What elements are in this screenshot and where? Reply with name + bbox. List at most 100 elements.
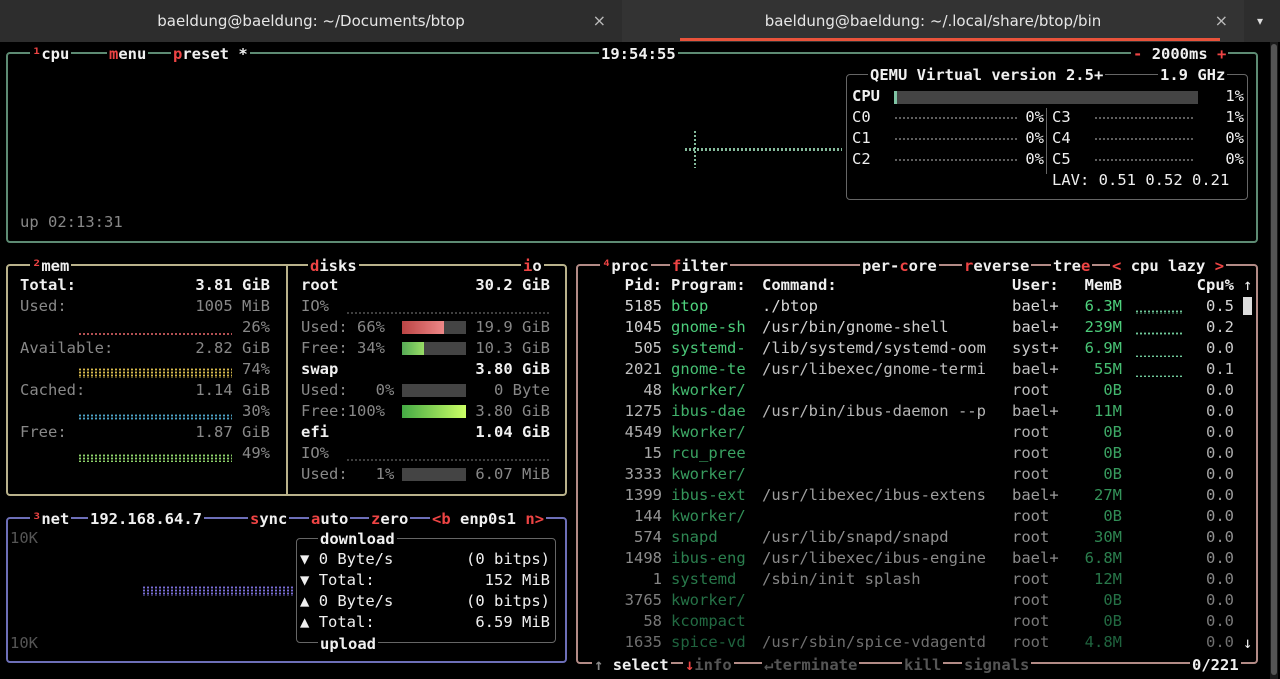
- core-pct: 0%: [1225, 150, 1244, 168]
- table-row[interactable]: 1045 gnome-sh/usr/bin/gnome-shell bael+ 239…: [580, 317, 1260, 338]
- process-user: root: [1012, 612, 1050, 630]
- download-title: download: [318, 529, 397, 549]
- mem-total: 3.81 GiB: [195, 276, 270, 294]
- disk-size: 1.04 GiB: [475, 423, 550, 441]
- process-command: /lib/systemd/systemd-oom: [762, 339, 986, 357]
- signals-button[interactable]: signals: [962, 655, 1032, 675]
- table-row[interactable]: 3333 kworker/root 0B 0.0: [580, 464, 1260, 485]
- sort-next-button[interactable]: >: [1215, 257, 1224, 275]
- col-header-pid[interactable]: Pid:: [600, 275, 662, 296]
- table-row[interactable]: 48 kworker/root 0B 0.0: [580, 380, 1260, 401]
- process-user: root: [1012, 528, 1050, 546]
- process-cpu: 0.0: [1206, 423, 1234, 441]
- process-command: /usr/bin/gnome-shell: [762, 318, 949, 336]
- auto-toggle[interactable]: auto: [309, 509, 351, 529]
- table-row[interactable]: 15 rcu_pree root 0B 0.0: [580, 443, 1260, 464]
- preset-button[interactable]: preset *: [171, 44, 250, 64]
- terminal-tab-documents[interactable]: baeldung@baeldung: ~/Documents/btop ×: [0, 0, 622, 42]
- col-header-cpu[interactable]: Cpu%: [1180, 275, 1234, 296]
- core-bar: [894, 159, 1018, 161]
- mem-panel-title[interactable]: ²mem: [30, 256, 72, 276]
- interval-increase-button[interactable]: +: [1217, 45, 1226, 63]
- process-user: bael+: [1012, 549, 1059, 567]
- disk-used-label: Used: 66%: [301, 318, 385, 336]
- per-core-toggle[interactable]: per-core: [860, 256, 939, 276]
- process-mem: 0B: [1103, 612, 1122, 630]
- core-bar: [1094, 159, 1194, 161]
- zero-toggle[interactable]: zero: [369, 509, 411, 529]
- table-row[interactable]: 144 kworker/root 0B 0.0: [580, 506, 1260, 527]
- table-row[interactable]: 3765 kworker/root 0B 0.0: [580, 590, 1260, 611]
- process-program: btop: [671, 297, 709, 315]
- col-header-program[interactable]: Program:: [671, 275, 746, 296]
- table-row[interactable]: 1399 ibus-ext/usr/libexec/ibus-extens bael…: [580, 485, 1260, 506]
- disk-used: 19.9 GiB: [475, 318, 550, 336]
- process-pid: 1635: [624, 633, 662, 651]
- sort-selector[interactable]: < cpu lazy >: [1110, 256, 1227, 276]
- table-row[interactable]: 1498 ibus-eng/usr/libexec/ibus-engine bael…: [580, 548, 1260, 569]
- process-user: bael+: [1012, 318, 1059, 336]
- disk-name: efi: [301, 423, 329, 441]
- mem-total-label: Total:: [20, 276, 76, 294]
- io-toggle[interactable]: io: [521, 256, 544, 276]
- process-cpu: 0.0: [1206, 570, 1234, 588]
- process-command: /usr/lib/snapd/snapd: [762, 528, 949, 546]
- mem-cached-pct: 30%: [242, 402, 270, 420]
- table-row[interactable]: 1635 spice-vd/usr/sbin/spice-vdagentd root…: [580, 632, 1260, 653]
- close-icon[interactable]: ×: [593, 0, 606, 42]
- interval-decrease-button[interactable]: -: [1133, 45, 1142, 63]
- prev-interface-button[interactable]: <b: [432, 510, 451, 528]
- cpu-model: QEMU Virtual version 2.5+: [868, 65, 1106, 85]
- process-user: bael+: [1012, 402, 1059, 420]
- sort-prev-button[interactable]: <: [1112, 257, 1121, 275]
- process-cpu: 0.0: [1206, 591, 1234, 609]
- process-mem: 6.8M: [1084, 549, 1122, 567]
- process-user: root: [1012, 507, 1050, 525]
- process-mem: 0B: [1103, 381, 1122, 399]
- table-row[interactable]: 4549 kworker/root 0B 0.0: [580, 422, 1260, 443]
- filter-button[interactable]: filter: [670, 256, 731, 276]
- process-user: bael+: [1012, 360, 1059, 378]
- upload-rate: ▲ 0 Byte/s: [300, 592, 394, 610]
- cpu-frequency: 1.9 GHz: [1158, 65, 1228, 85]
- table-row[interactable]: 1 systemd/sbin/init splash root 12M 0.0: [580, 569, 1260, 590]
- mem-used: 1005 MiB: [195, 297, 270, 315]
- process-pid: 1498: [624, 549, 662, 567]
- kill-button[interactable]: kill: [902, 655, 944, 675]
- table-row[interactable]: 505 systemd- /lib/systemd/systemd-oom syst+…: [580, 338, 1260, 359]
- proc-panel-title[interactable]: ⁴proc: [600, 256, 651, 276]
- cpu-panel-title[interactable]: ¹cpu: [30, 44, 72, 64]
- sync-toggle[interactable]: sync: [248, 509, 290, 529]
- reverse-toggle[interactable]: reverse: [962, 256, 1032, 276]
- update-interval[interactable]: - 2000ms +: [1131, 44, 1229, 64]
- next-interface-button[interactable]: n>: [525, 510, 544, 528]
- interface-selector[interactable]: <b enp0s1 n>: [430, 509, 547, 529]
- table-row[interactable]: 574 snapd/usr/lib/snapd/snapd root 30M 0.0: [580, 527, 1260, 548]
- process-cpu-graph: [1135, 332, 1183, 335]
- process-cpu: 0.0: [1206, 381, 1234, 399]
- process-program: ibus-eng: [671, 549, 746, 567]
- table-row[interactable]: 5185 btop ./btop bael+ 6.3M 0.5: [580, 296, 1260, 317]
- scroll-up-icon[interactable]: ↑: [1243, 275, 1252, 296]
- table-row[interactable]: 58 kcompact root 0B 0.0: [580, 611, 1260, 632]
- scrollbar-thumb[interactable]: [1271, 44, 1277, 675]
- tree-toggle[interactable]: tree: [1051, 256, 1093, 276]
- col-header-mem[interactable]: MemB: [1072, 275, 1122, 296]
- terminal-tab-btop-bin[interactable]: baeldung@baeldung: ~/.local/share/btop/b…: [622, 0, 1244, 42]
- process-pid: 48: [643, 381, 662, 399]
- close-icon[interactable]: ×: [1215, 0, 1228, 42]
- chevron-down-icon[interactable]: ▾: [1248, 0, 1272, 42]
- process-pid: 1045: [624, 318, 662, 336]
- process-mem: 6.9M: [1084, 339, 1122, 357]
- process-program: kworker/: [671, 465, 746, 483]
- table-row[interactable]: 2021 gnome-te/usr/libexec/gnome-termi bael…: [580, 359, 1260, 380]
- net-panel-title[interactable]: ³net: [30, 509, 72, 529]
- table-row[interactable]: 1275 ibus-dae/usr/bin/ibus-daemon --p bael…: [580, 401, 1260, 422]
- col-header-user[interactable]: User:: [1012, 275, 1059, 296]
- info-button[interactable]: ↓info: [683, 655, 734, 675]
- menu-button[interactable]: menu: [107, 44, 149, 64]
- terminate-button[interactable]: ↵terminate: [762, 655, 860, 675]
- col-header-command[interactable]: Command:: [762, 275, 837, 296]
- select-hint[interactable]: ↑ select: [592, 655, 671, 675]
- terminal-tab-bar: baeldung@baeldung: ~/Documents/btop × ba…: [0, 0, 1280, 42]
